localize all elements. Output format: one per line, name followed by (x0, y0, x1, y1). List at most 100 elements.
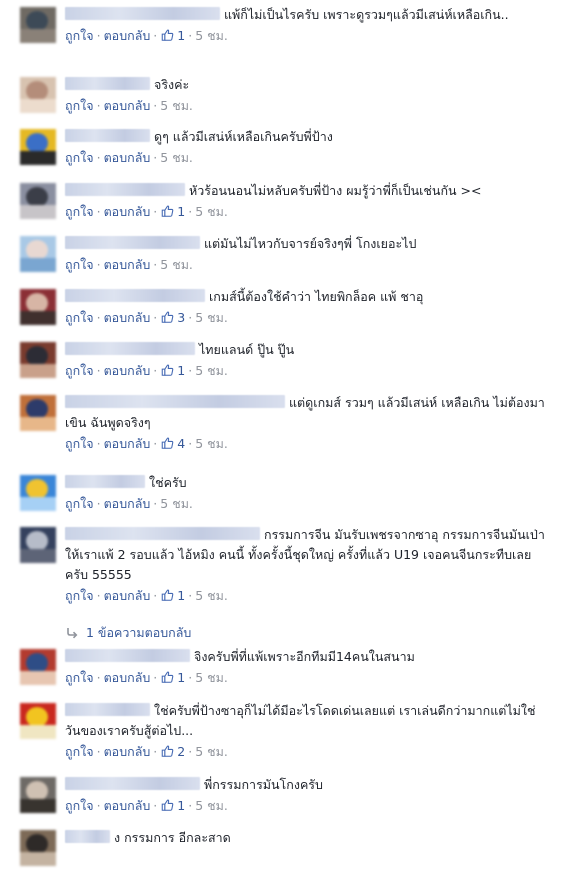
comment-text: พี่กรรมการมันโกงครับ (204, 777, 323, 792)
like-link[interactable]: ถูกใจ (65, 150, 94, 165)
comment-timestamp[interactable]: 5 ชม. (160, 257, 193, 272)
like-count[interactable]: 3 (160, 310, 185, 325)
reply-link[interactable]: ตอบกลับ (104, 670, 151, 685)
comment-list: 1 ข้อความตอบกลับ แพ้ก็ไม่เป็นไรครับ เพรา… (0, 0, 561, 878)
avatar[interactable] (20, 342, 56, 378)
like-link[interactable]: ถูกใจ (65, 363, 94, 378)
reply-link[interactable]: ตอบกลับ (104, 363, 151, 378)
commenter-name-redacted[interactable] (65, 77, 150, 90)
like-link[interactable]: ถูกใจ (65, 204, 94, 219)
like-link[interactable]: ถูกใจ (65, 98, 94, 113)
comment-body: แต่มันไม่ไหวกับจารย์จริงๆพี่ โกงเยอะไป ถ… (65, 234, 545, 275)
like-link[interactable]: ถูกใจ (65, 670, 94, 685)
commenter-name-redacted[interactable] (65, 342, 195, 355)
commenter-name-redacted[interactable] (65, 475, 145, 488)
avatar[interactable] (20, 236, 56, 272)
avatar[interactable] (20, 77, 56, 113)
avatar[interactable] (20, 395, 56, 431)
commenter-name-redacted[interactable] (65, 395, 285, 408)
thumbs-up-icon (162, 745, 174, 757)
comment-body: แต่ดูเกมส์ รวมๆ แล้วมีเสน่ห์ เหลือเกิน ไ… (65, 393, 545, 454)
avatar[interactable] (20, 289, 56, 325)
comment-body: ง กรรมการ อีกละสาด (65, 828, 545, 848)
comment-text: จริงค่ะ (154, 77, 190, 92)
avatar[interactable] (20, 7, 56, 43)
comment-actions: ถูกใจ · ตอบกลับ · 3 · 5 ชม. (65, 310, 228, 325)
like-count[interactable]: 1 (160, 363, 185, 378)
like-count[interactable]: 1 (160, 798, 185, 813)
comment-body: ไทยแลนด์ ปู๊น ปู๊น ถูกใจ · ตอบกลับ · 1 · 5 ชม. (65, 340, 545, 381)
reply-link[interactable]: ตอบกลับ (104, 98, 151, 113)
commenter-name-redacted[interactable] (65, 777, 200, 790)
comment-timestamp[interactable]: 5 ชม. (195, 670, 228, 685)
comment-timestamp[interactable]: 5 ชม. (195, 744, 228, 759)
reply-link[interactable]: ตอบกลับ (104, 798, 151, 813)
thumbs-up-icon (162, 589, 174, 601)
avatar[interactable] (20, 129, 56, 165)
comment-actions: ถูกใจ · ตอบกลับ · 1 · 5 ชม. (65, 363, 228, 378)
commenter-name-redacted[interactable] (65, 289, 205, 302)
comment-timestamp[interactable]: 5 ชม. (195, 204, 228, 219)
comment-actions: ถูกใจ · ตอบกลับ · 4 · 5 ชม. (65, 436, 228, 451)
avatar[interactable] (20, 649, 56, 685)
like-count[interactable]: 1 (160, 204, 185, 219)
reply-link[interactable]: ตอบกลับ (104, 588, 151, 603)
like-count[interactable]: 2 (160, 744, 185, 759)
avatar[interactable] (20, 777, 56, 813)
comment-text: แพ้ก็ไม่เป็นไรครับ เพราะดูรวมๆแล้วมีเสน่… (224, 7, 509, 22)
reply-link[interactable]: ตอบกลับ (104, 496, 151, 511)
view-replies-link[interactable]: 1 ข้อความตอบกลับ (66, 624, 191, 642)
like-count[interactable]: 1 (160, 588, 185, 603)
commenter-name-redacted[interactable] (65, 830, 110, 843)
like-link[interactable]: ถูกใจ (65, 257, 94, 272)
reply-link[interactable]: ตอบกลับ (104, 257, 151, 272)
comment-timestamp[interactable]: 5 ชม. (195, 436, 228, 451)
avatar[interactable] (20, 527, 56, 563)
reply-link[interactable]: ตอบกลับ (104, 150, 151, 165)
comment-actions: ถูกใจ · ตอบกลับ · 1 · 5 ชม. (65, 798, 228, 813)
comment-text: ง กรรมการ อีกละสาด (114, 830, 231, 845)
commenter-name-redacted[interactable] (65, 527, 260, 540)
reply-link[interactable]: ตอบกลับ (104, 28, 151, 43)
reply-link[interactable]: ตอบกลับ (104, 204, 151, 219)
comment-timestamp[interactable]: 5 ชม. (160, 496, 193, 511)
like-count[interactable]: 4 (160, 436, 185, 451)
reply-link[interactable]: ตอบกลับ (104, 436, 151, 451)
comment-timestamp[interactable]: 5 ชม. (195, 363, 228, 378)
comment-timestamp[interactable]: 5 ชม. (195, 798, 228, 813)
like-count[interactable]: 1 (160, 670, 185, 685)
avatar[interactable] (20, 830, 56, 866)
like-link[interactable]: ถูกใจ (65, 798, 94, 813)
commenter-name-redacted[interactable] (65, 183, 185, 196)
like-link[interactable]: ถูกใจ (65, 588, 94, 603)
avatar[interactable] (20, 703, 56, 739)
comment-body: หัวร้อนนอนไม่หลับครับพี่ป้าง ผมรู้ว่าพี่… (65, 181, 545, 222)
avatar[interactable] (20, 183, 56, 219)
like-link[interactable]: ถูกใจ (65, 310, 94, 325)
avatar[interactable] (20, 475, 56, 511)
comment-body: กรรมการจีน มันรับเพชรจากซาอุ กรรมการจีนม… (65, 525, 545, 606)
like-link[interactable]: ถูกใจ (65, 496, 94, 511)
commenter-name-redacted[interactable] (65, 649, 190, 662)
commenter-name-redacted[interactable] (65, 703, 150, 716)
like-link[interactable]: ถูกใจ (65, 436, 94, 451)
comment-timestamp[interactable]: 5 ชม. (160, 150, 193, 165)
comment-timestamp[interactable]: 5 ชม. (160, 98, 193, 113)
thumbs-up-icon (162, 799, 174, 811)
reply-link[interactable]: ตอบกลับ (104, 310, 151, 325)
comment-text: ใช่ครับ (149, 475, 187, 490)
commenter-name-redacted[interactable] (65, 236, 200, 249)
commenter-name-redacted[interactable] (65, 7, 220, 20)
comment-timestamp[interactable]: 5 ชม. (195, 310, 228, 325)
comment-body: จิงครับพี่ที่แพ้เพราะอีกทีมมี14คนในสนาม … (65, 647, 545, 688)
like-link[interactable]: ถูกใจ (65, 28, 94, 43)
like-link[interactable]: ถูกใจ (65, 744, 94, 759)
reply-link[interactable]: ตอบกลับ (104, 744, 151, 759)
comment-timestamp[interactable]: 5 ชม. (195, 588, 228, 603)
commenter-name-redacted[interactable] (65, 129, 150, 142)
comment-timestamp[interactable]: 5 ชม. (195, 28, 228, 43)
comment-text: ไทยแลนด์ ปู๊น ปู๊น (199, 342, 295, 357)
comment-actions: ถูกใจ · ตอบกลับ · 5 ชม. (65, 496, 193, 511)
comment-text: หัวร้อนนอนไม่หลับครับพี่ป้าง ผมรู้ว่าพี่… (189, 183, 482, 198)
like-count[interactable]: 1 (160, 28, 185, 43)
